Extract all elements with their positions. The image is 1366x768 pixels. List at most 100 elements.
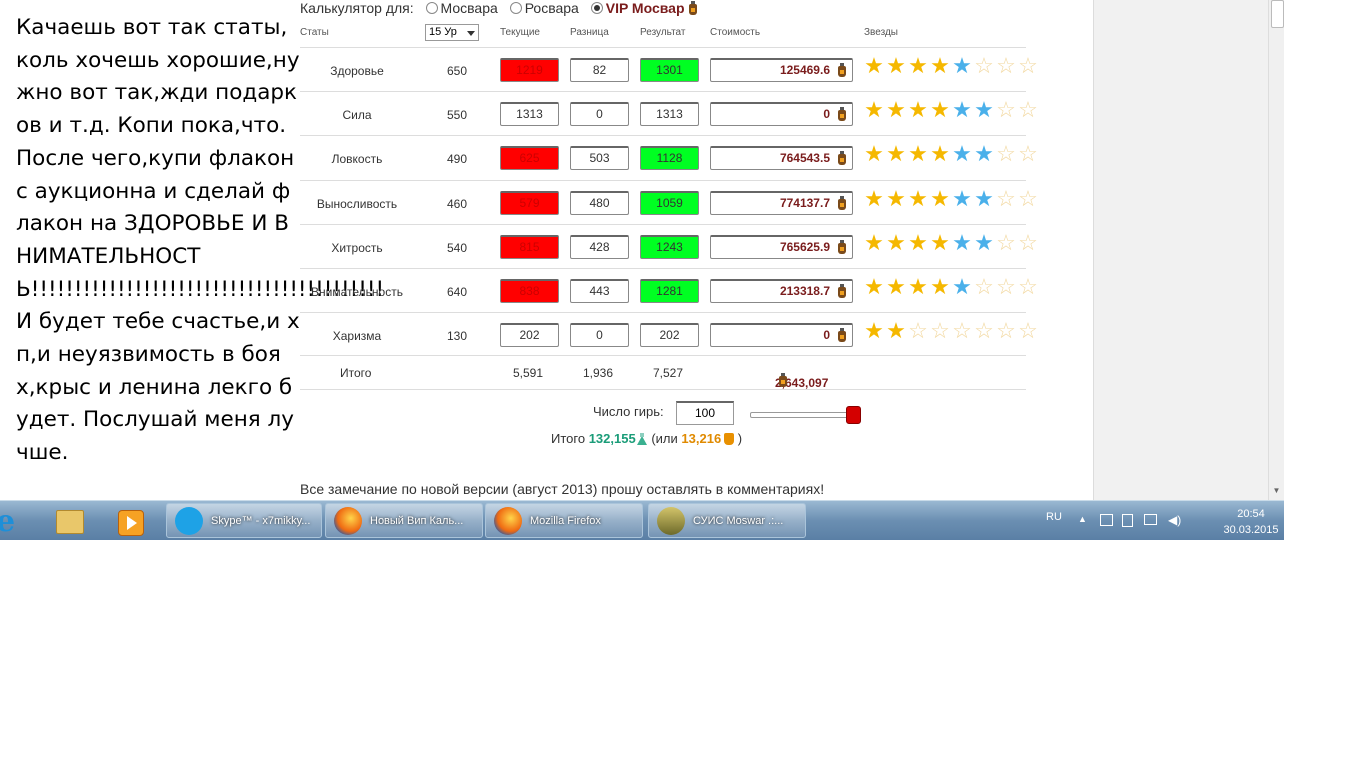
- stat-diff-input[interactable]: 503: [570, 146, 629, 170]
- stat-name: Здоровье: [330, 64, 384, 78]
- scrollbar-thumb[interactable]: [1271, 0, 1284, 28]
- star-gold-icon: ★: [930, 230, 950, 255]
- stat-current-input[interactable]: 815: [500, 235, 559, 259]
- radio-vip-moswar[interactable]: VIP Мосвар: [590, 0, 697, 16]
- stat-current-input[interactable]: 838: [500, 279, 559, 303]
- star-blue-icon: ★: [974, 141, 994, 166]
- weights-slider-track[interactable]: [750, 412, 852, 418]
- star-empty-icon: ☆: [1018, 186, 1038, 211]
- star-blue-icon: ★: [974, 186, 994, 211]
- radio-icon[interactable]: [425, 2, 438, 14]
- stat-result-input[interactable]: 1281: [640, 279, 699, 303]
- stat-base: 640: [446, 285, 468, 299]
- star-empty-icon: ☆: [996, 141, 1016, 166]
- stat-cost-field: 0: [710, 102, 853, 126]
- comment-text: Все замечание по новой версии (август 20…: [300, 481, 825, 497]
- radio-icon[interactable]: [509, 2, 522, 14]
- stat-stars: ★ ★ ★ ★ ★ ☆ ☆ ☆: [863, 274, 1039, 299]
- scroll-down-arrow-icon[interactable]: ▼: [1271, 484, 1282, 497]
- star-empty-icon: ☆: [1018, 318, 1038, 343]
- stat-current-input[interactable]: 1313: [500, 102, 559, 126]
- totals-label: Итого: [340, 366, 372, 380]
- stat-diff-input[interactable]: 428: [570, 235, 629, 259]
- star-gold-icon: ★: [886, 318, 906, 343]
- star-empty-icon: ☆: [996, 318, 1016, 343]
- stat-current-input[interactable]: 625: [500, 146, 559, 170]
- stat-diff-input[interactable]: 0: [570, 102, 629, 126]
- star-blue-icon: ★: [952, 274, 972, 299]
- stat-result-input[interactable]: 1059: [640, 191, 699, 215]
- star-gold-icon: ★: [908, 186, 928, 211]
- stat-name: Выносливость: [316, 197, 398, 211]
- honey-icon: [724, 433, 735, 445]
- stat-row: Внимательность 640 838 443 1281 213318.7 ★ ★ ★ ★ ★…: [300, 268, 1038, 312]
- stat-name: Хитрость: [331, 241, 383, 255]
- firefox-icon: [494, 507, 522, 535]
- clock[interactable]: 20:54 30.03.2015: [1218, 506, 1284, 538]
- stat-cost-field: 774137.7: [710, 191, 853, 215]
- star-empty-icon: ☆: [908, 318, 928, 343]
- stat-result-input[interactable]: 202: [640, 323, 699, 347]
- stat-diff-input[interactable]: 480: [570, 191, 629, 215]
- star-gold-icon: ★: [886, 141, 906, 166]
- star-gold-icon: ★: [908, 97, 928, 122]
- stat-stars: ★ ★ ★ ★ ★ ★ ☆ ☆: [863, 230, 1039, 255]
- action-center-flag-icon[interactable]: [1100, 514, 1113, 526]
- radio-roswar[interactable]: Росвара: [509, 0, 579, 16]
- stat-stars: ★ ★ ★ ★ ★ ★ ☆ ☆: [863, 186, 1039, 211]
- star-blue-icon: ★: [952, 53, 972, 78]
- weights-label: Число гирь:: [593, 404, 664, 419]
- flask-icon: [838, 284, 846, 298]
- folder-icon[interactable]: [46, 504, 86, 538]
- stat-name: Харизма: [332, 329, 382, 343]
- flask-icon: [838, 240, 846, 254]
- instruction-note: Качаешь вот так статы,коль хочешь хороши…: [16, 15, 385, 466]
- stat-row: Харизма 130 202 0 202 0 ★ ★ ☆ ☆ ☆ ☆ ☆ ☆: [300, 312, 1038, 356]
- star-empty-icon: ☆: [974, 274, 994, 299]
- volume-icon[interactable]: ◀): [1168, 514, 1181, 527]
- stat-name: Ловкость: [331, 152, 383, 166]
- star-gold-icon: ★: [886, 186, 906, 211]
- col-header-current: Текущие: [500, 27, 540, 38]
- stat-result-input[interactable]: 1243: [640, 235, 699, 259]
- star-empty-icon: ☆: [1018, 97, 1038, 122]
- radio-selected-icon[interactable]: [590, 2, 603, 14]
- star-blue-icon: ★: [952, 141, 972, 166]
- stat-current-input[interactable]: 579: [500, 191, 559, 215]
- stat-base: 550: [446, 108, 468, 122]
- device-icon[interactable]: [1122, 514, 1133, 527]
- radio-moswar[interactable]: Мосвара: [425, 0, 498, 16]
- stat-diff-input[interactable]: 82: [570, 58, 629, 82]
- calculator-label: Калькулятор для:: [300, 0, 414, 16]
- language-indicator[interactable]: RU: [1046, 511, 1062, 523]
- stat-row: Выносливость 460 579 480 1059 774137.7 ★ ★ ★ ★ ★ ★ ☆…: [300, 180, 1038, 224]
- star-gold-icon: ★: [886, 230, 906, 255]
- media-player-icon[interactable]: [106, 504, 146, 538]
- stat-current-input[interactable]: 202: [500, 323, 559, 347]
- weights-slider-handle[interactable]: [846, 406, 861, 424]
- beaker-icon: [636, 433, 648, 445]
- taskbar-button[interactable]: Mozilla Firefox: [485, 503, 643, 538]
- taskbar-button[interactable]: СУИС Moswar .:...: [648, 503, 806, 538]
- stat-current-input[interactable]: 1219: [500, 58, 559, 82]
- stat-result-input[interactable]: 1313: [640, 102, 699, 126]
- vertical-scrollbar[interactable]: ▼: [1268, 0, 1284, 500]
- stat-diff-input[interactable]: 443: [570, 279, 629, 303]
- level-select[interactable]: 15 Ур: [425, 24, 479, 41]
- taskbar-button[interactable]: Skype™ - x7mikky...: [166, 503, 322, 538]
- col-header-result: Результат: [640, 27, 686, 38]
- taskbar-button[interactable]: Новый Вип Каль...: [325, 503, 483, 538]
- stat-result-input[interactable]: 1128: [640, 146, 699, 170]
- star-empty-icon: ☆: [996, 97, 1016, 122]
- col-header-stars: Звезды: [864, 27, 898, 38]
- internet-explorer-icon[interactable]: e: [0, 504, 34, 539]
- star-gold-icon: ★: [930, 53, 950, 78]
- show-hidden-icons-icon[interactable]: ▲: [1078, 514, 1091, 527]
- star-gold-icon: ★: [886, 53, 906, 78]
- stat-diff-input[interactable]: 0: [570, 323, 629, 347]
- stat-row: Здоровье 650 1219 82 1301 125469.6 ★ ★ ★ ★ ★ ☆ ☆ ☆: [300, 47, 1038, 91]
- stat-result-input[interactable]: 1301: [640, 58, 699, 82]
- suis-icon: [657, 507, 685, 535]
- network-icon[interactable]: [1144, 514, 1157, 525]
- weights-input[interactable]: 100: [676, 401, 734, 425]
